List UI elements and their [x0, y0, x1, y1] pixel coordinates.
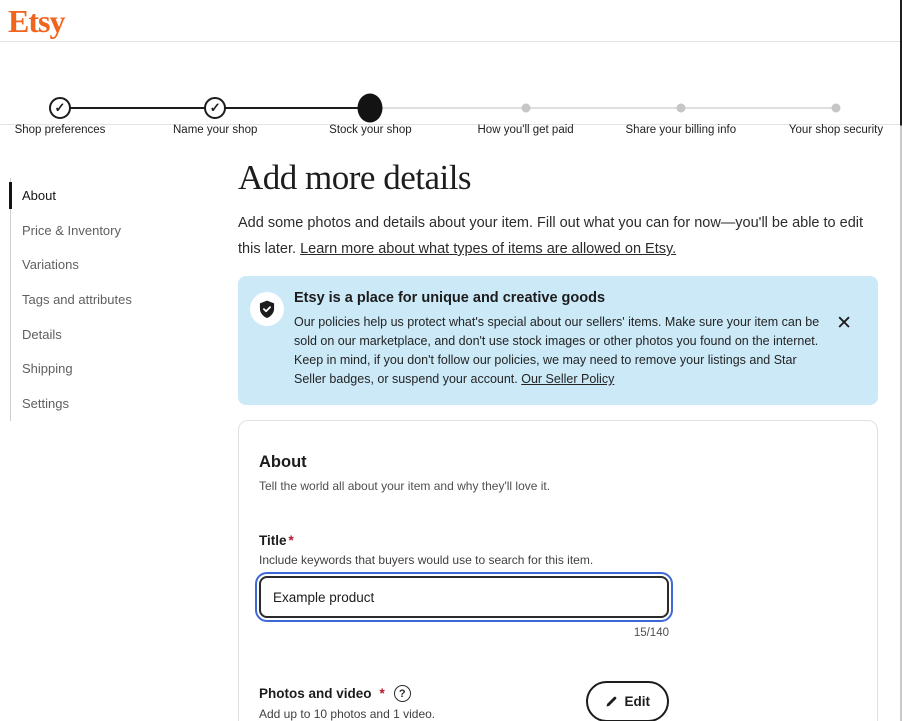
- step-label: How you'll get paid: [451, 124, 601, 136]
- etsy-shop-setup-page: Etsy ✓ Shop preferences ✓ Name your shop…: [0, 0, 902, 721]
- close-icon[interactable]: ✕: [836, 314, 852, 333]
- upcoming-step-dot-icon: [832, 104, 841, 113]
- edit-photos-button[interactable]: Edit: [586, 681, 670, 721]
- check-circle-icon: ✓: [204, 97, 226, 119]
- check-circle-icon: ✓: [49, 97, 71, 119]
- seller-policy-link[interactable]: Our Seller Policy: [521, 372, 614, 386]
- sidebar-item-shipping[interactable]: Shipping: [11, 351, 238, 386]
- step-label: Stock your shop: [295, 124, 445, 136]
- photos-label-text: Photos and video: [259, 686, 372, 701]
- learn-more-link[interactable]: Learn more about what types of items are…: [300, 241, 676, 257]
- photos-label: Photos and video * ?: [259, 685, 435, 702]
- sidebar-item-price-inventory[interactable]: Price & Inventory: [11, 213, 238, 248]
- etsy-logo[interactable]: Etsy: [8, 5, 64, 37]
- page-title: Add more details: [238, 158, 878, 198]
- sidebar-item-settings[interactable]: Settings: [11, 386, 238, 421]
- about-card: About Tell the world all about your item…: [238, 420, 878, 721]
- pencil-icon: [605, 695, 618, 708]
- onboarding-stepper: ✓ Shop preferences ✓ Name your shop Stoc…: [0, 42, 902, 125]
- upcoming-step-dot-icon: [521, 104, 530, 113]
- title-field-group: Title* Include keywords that buyers woul…: [259, 533, 669, 639]
- title-label: Title*: [259, 533, 669, 548]
- step-label: Name your shop: [140, 124, 290, 136]
- required-asterisk: *: [380, 686, 385, 701]
- banner-body: Our policies help us protect what's spec…: [294, 313, 826, 389]
- photos-field-header: Photos and video * ? Add up to 10 photos …: [259, 685, 669, 721]
- top-header: Etsy: [0, 0, 902, 42]
- edit-button-label: Edit: [625, 694, 651, 709]
- upcoming-step-dot-icon: [676, 104, 685, 113]
- title-input[interactable]: [259, 576, 669, 618]
- intro-paragraph: Add some photos and details about your i…: [238, 210, 878, 262]
- content-area: About Price & Inventory Variations Tags …: [0, 125, 902, 721]
- required-asterisk: *: [289, 533, 294, 548]
- banner-text-block: Etsy is a place for unique and creative …: [294, 290, 826, 389]
- stepper-track: ✓ Shop preferences ✓ Name your shop Stoc…: [60, 42, 836, 124]
- policy-banner: Etsy is a place for unique and creative …: [238, 276, 878, 405]
- title-label-text: Title: [259, 533, 287, 548]
- section-sidebar: About Price & Inventory Variations Tags …: [0, 125, 238, 421]
- sidebar-item-variations[interactable]: Variations: [11, 247, 238, 282]
- photos-label-block: Photos and video * ? Add up to 10 photos …: [259, 685, 435, 721]
- sidebar-item-details[interactable]: Details: [11, 317, 238, 352]
- title-helper: Include keywords that buyers would use t…: [259, 553, 669, 567]
- card-section-subtitle: Tell the world all about your item and w…: [259, 479, 857, 493]
- main-panel: Add more details Add some photos and det…: [238, 125, 890, 721]
- sidebar-item-tags-attributes[interactable]: Tags and attributes: [11, 282, 238, 317]
- help-question-icon[interactable]: ?: [394, 685, 411, 702]
- step-label: Share your billing info: [606, 124, 756, 136]
- photos-helper: Add up to 10 photos and 1 video.: [259, 707, 435, 721]
- current-step-dot-icon: [358, 94, 383, 123]
- step-label: Your shop security: [761, 124, 902, 136]
- card-section-title: About: [259, 453, 857, 472]
- step-label: Shop preferences: [0, 124, 135, 136]
- banner-title: Etsy is a place for unique and creative …: [294, 290, 826, 306]
- sidebar-item-about[interactable]: About: [11, 178, 238, 213]
- shield-check-icon: [250, 292, 284, 326]
- char-counter: 15/140: [259, 627, 669, 639]
